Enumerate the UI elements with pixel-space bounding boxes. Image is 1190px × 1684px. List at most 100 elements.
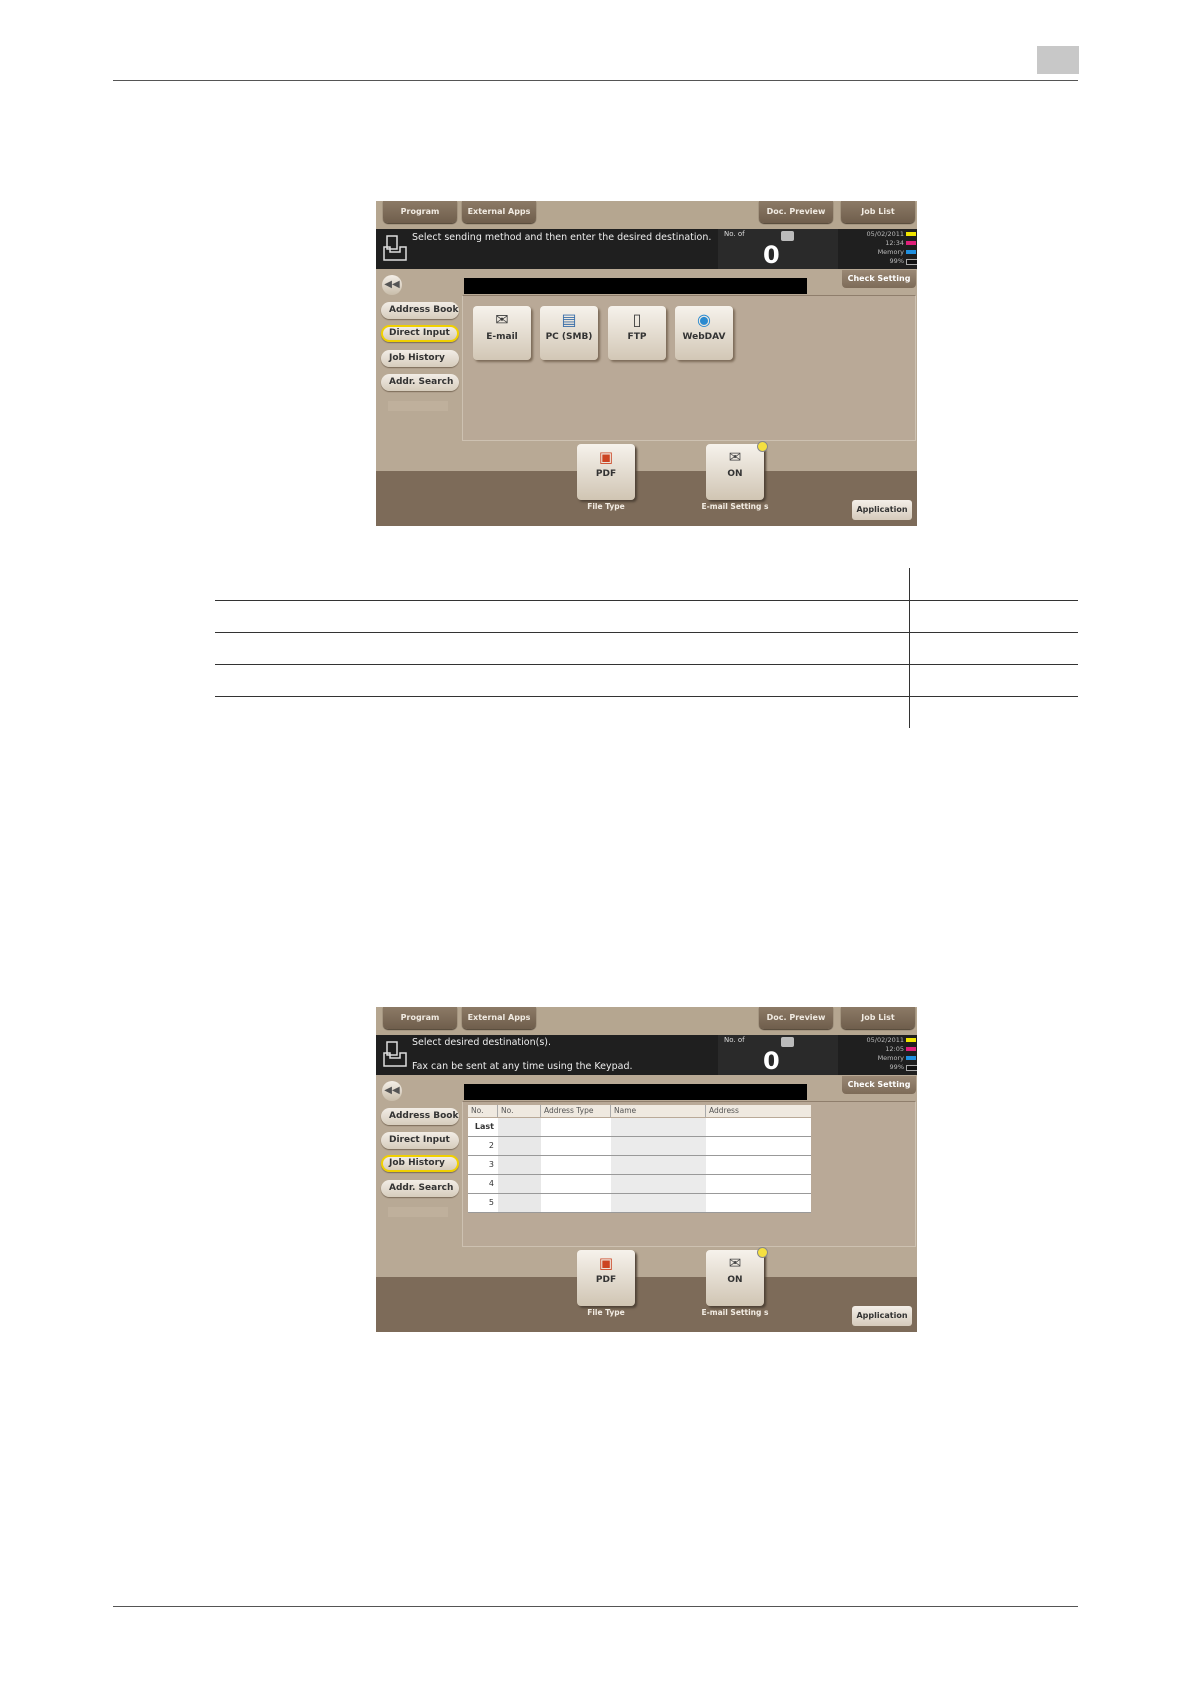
table-column-divider [909, 568, 910, 728]
send-method-area: ✉ E-mail ▤ PC (SMB) ▯ FTP ◉ WebDAV [462, 295, 916, 441]
pc-smb-method-button[interactable]: ▤ PC (SMB) [540, 306, 598, 360]
destination-field[interactable] [464, 278, 807, 294]
email-setting-icon: ✉ [728, 448, 742, 466]
table-row[interactable]: 2 [468, 1137, 811, 1156]
email-method-button[interactable]: ✉ E-mail [473, 306, 531, 360]
back-arrow-icon[interactable]: ◀◀ [382, 1081, 402, 1101]
file-type-button[interactable]: ▣ PDF [577, 1250, 635, 1306]
memory-label: Memory [877, 248, 904, 256]
date-text: 05/02/2011 [866, 230, 904, 238]
top-bar: Program External Apps Doc. Preview Job L… [376, 1007, 917, 1035]
column-header: No. [498, 1105, 541, 1117]
row-cell [541, 1156, 611, 1174]
memory-label: Memory [877, 1054, 904, 1062]
copy-counter: No. of 0 [718, 1035, 838, 1075]
message-bar: Select desired destination(s). Fax can b… [376, 1035, 917, 1075]
setting-changed-indicator [757, 1247, 768, 1258]
table-row[interactable]: 5 [468, 1194, 811, 1213]
toner-c-indicator [906, 1056, 916, 1060]
email-setting-value: ON [727, 1275, 743, 1285]
doc-preview-button[interactable]: Doc. Preview [759, 201, 833, 223]
table-row[interactable]: 3 [468, 1156, 811, 1175]
check-setting-button[interactable]: Check Setting [842, 270, 916, 288]
original-document-icon [383, 235, 407, 261]
email-setting-caption: E-mail Setting s [701, 1308, 769, 1317]
table-row[interactable]: Last [468, 1118, 811, 1137]
sidebar-item-addr-search[interactable]: Addr. Search [381, 374, 459, 391]
row-cell [611, 1175, 706, 1193]
back-arrow-icon[interactable]: ◀◀ [382, 275, 402, 295]
counter-value: 0 [763, 241, 780, 269]
column-header: No. [468, 1105, 498, 1117]
job-list-button[interactable]: Job List [841, 201, 915, 223]
sidebar-item-address-book[interactable]: Address Book [381, 302, 459, 319]
row-cell [611, 1194, 706, 1212]
application-button[interactable]: Application [852, 1306, 912, 1326]
pdf-icon: ▣ [598, 1254, 614, 1272]
webdav-method-button[interactable]: ◉ WebDAV [675, 306, 733, 360]
row-cell [611, 1137, 706, 1155]
email-setting-caption: E-mail Setting s [701, 502, 769, 511]
server-icon: ▯ [632, 310, 642, 329]
row-cell [541, 1118, 611, 1136]
column-header: Address [709, 1106, 739, 1115]
row-cell [498, 1175, 541, 1193]
email-setting-button[interactable]: ✉ ON [706, 444, 764, 500]
envelope-icon: ✉ [495, 310, 509, 329]
bottom-bar [376, 471, 917, 526]
row-cell [541, 1175, 611, 1193]
destination-field[interactable] [464, 1084, 807, 1100]
external-apps-button[interactable]: External Apps [462, 1007, 536, 1029]
mfp-screen-direct-input: Program External Apps Doc. Preview Job L… [376, 201, 917, 526]
application-button[interactable]: Application [852, 500, 912, 520]
table-row[interactable]: 4 [468, 1175, 811, 1194]
toner-k-indicator [906, 1065, 917, 1071]
sidebar-item-addr-search[interactable]: Addr. Search [381, 1180, 459, 1197]
settings-table [215, 568, 1078, 728]
method-label: FTP [627, 332, 647, 342]
file-type-caption: File Type [587, 1308, 625, 1317]
row-cell [498, 1118, 541, 1136]
file-type-button[interactable]: ▣ PDF [577, 444, 635, 500]
time-text: 12:34 [885, 239, 904, 247]
row-cell [706, 1156, 811, 1174]
email-setting-button[interactable]: ✉ ON [706, 1250, 764, 1306]
row-number: 2 [488, 1141, 494, 1150]
memory-value: 99% [889, 257, 904, 265]
table-row-divider [215, 664, 1078, 665]
row-cell [706, 1118, 811, 1136]
pdf-icon: ▣ [598, 448, 614, 466]
row-cell [706, 1137, 811, 1155]
doc-preview-button[interactable]: Doc. Preview [759, 1007, 833, 1029]
program-button[interactable]: Program [383, 201, 457, 223]
row-cell [498, 1137, 541, 1155]
table-row-divider [215, 696, 1078, 697]
toner-y-indicator [906, 1038, 916, 1042]
sidebar-item-address-book[interactable]: Address Book [381, 1108, 459, 1125]
toner-k-indicator [906, 259, 917, 265]
camera-icon [781, 1037, 794, 1047]
email-setting-value: ON [727, 469, 743, 479]
row-cell [541, 1137, 611, 1155]
program-button[interactable]: Program [383, 1007, 457, 1029]
file-type-value: PDF [595, 469, 617, 479]
footer-rule [113, 1606, 1078, 1607]
job-list-button[interactable]: Job List [841, 1007, 915, 1029]
method-label: WebDAV [682, 332, 726, 342]
sidebar-item-direct-input[interactable]: Direct Input [381, 1132, 459, 1149]
file-type-caption: File Type [587, 502, 625, 511]
sidebar-item-job-history[interactable]: Job History [381, 1155, 459, 1172]
mfp-screen-job-history: Program External Apps Doc. Preview Job L… [376, 1007, 917, 1332]
ftp-method-button[interactable]: ▯ FTP [608, 306, 666, 360]
external-apps-button[interactable]: External Apps [462, 201, 536, 223]
table-header: No. No. Address Type Name Address [468, 1105, 811, 1117]
original-document-icon [383, 1041, 407, 1067]
top-bar: Program External Apps Doc. Preview Job L… [376, 201, 917, 229]
table-row-divider [215, 632, 1078, 633]
date-text: 05/02/2011 [866, 1036, 904, 1044]
camera-icon [781, 231, 794, 241]
status-readout: 05/02/2011 12:05 Memory 99% [846, 1036, 904, 1072]
sidebar-item-direct-input[interactable]: Direct Input [381, 325, 459, 342]
check-setting-button[interactable]: Check Setting [842, 1076, 916, 1094]
sidebar-item-job-history[interactable]: Job History [381, 350, 459, 367]
